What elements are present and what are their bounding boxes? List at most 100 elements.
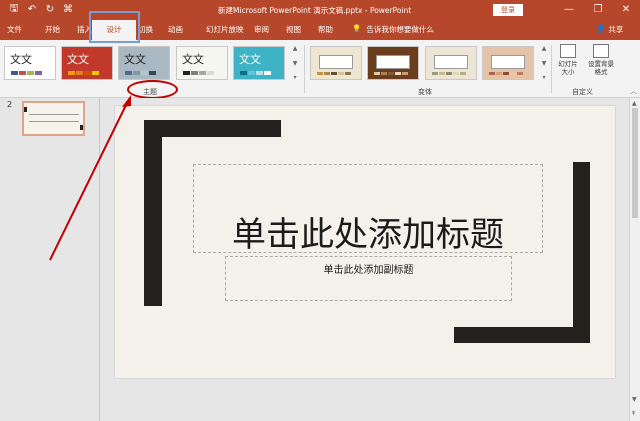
- group-label-variant: 变体: [418, 88, 432, 96]
- collapse-ribbon-icon[interactable]: ︿: [630, 86, 637, 96]
- variant-title-box: [319, 55, 353, 69]
- ribbon-design: 文文 文文 文文 文文 文文 ▲ ▼ ▾ 主题 ▲ ▼ ▾ 变体 幻灯片大小 设…: [0, 40, 640, 98]
- theme-color-swatch: [141, 71, 148, 75]
- variant-thumbnail-1[interactable]: [310, 46, 362, 80]
- variant-title-box: [491, 55, 525, 69]
- variant-more-icon[interactable]: ▾: [540, 74, 548, 81]
- tab-file[interactable]: 文件: [7, 24, 22, 35]
- variant-color-swatch: [517, 72, 523, 75]
- variant-up-icon[interactable]: ▲: [540, 45, 548, 52]
- bracket-top-left-vertical: [144, 120, 162, 306]
- variant-color-bar: [374, 72, 408, 75]
- start-from-beginning-icon[interactable]: ⌘: [62, 3, 74, 16]
- gallery-up-icon[interactable]: ▲: [291, 45, 299, 52]
- theme-color-swatch: [68, 71, 75, 75]
- thumbnail-shape: [80, 125, 83, 130]
- title-placeholder[interactable]: 单击此处添加标题: [193, 164, 543, 255]
- ribbon-tabs: 文件 开始 插入 设计 切换 动画 幻灯片放映 审阅 视图 帮助 💡 告诉我你想…: [0, 20, 640, 40]
- bracket-bottom-right-vertical: [573, 162, 590, 343]
- theme-thumbnail-3[interactable]: 文文: [118, 46, 170, 80]
- variant-color-swatch: [446, 72, 452, 75]
- tab-help[interactable]: 帮助: [318, 24, 333, 35]
- theme-thumbnail-4[interactable]: 文文: [176, 46, 228, 80]
- theme-color-swatch: [125, 71, 132, 75]
- scroll-up-icon[interactable]: ▲: [632, 100, 637, 107]
- theme-thumbnail-office[interactable]: 文文: [4, 46, 56, 80]
- tab-view[interactable]: 视图: [286, 24, 301, 35]
- theme-label: 文文: [124, 53, 146, 66]
- gallery-down-icon[interactable]: ▼: [291, 60, 299, 67]
- restore-icon[interactable]: ❐: [589, 3, 607, 17]
- quick-access-toolbar: 🖫 ↶ ↻ ⌘: [8, 3, 74, 16]
- annotation-circle: [127, 80, 178, 99]
- variant-color-swatch: [439, 72, 445, 75]
- tell-me-search[interactable]: 💡 告诉我你想要做什么: [352, 24, 434, 35]
- bracket-top-left-horizontal: [144, 120, 281, 137]
- theme-color-swatch: [183, 71, 190, 75]
- variant-color-swatch: [338, 72, 344, 75]
- variant-color-swatch: [402, 72, 408, 75]
- variant-color-swatch: [395, 72, 401, 75]
- close-icon[interactable]: ✕: [617, 3, 635, 17]
- theme-color-swatch: [256, 71, 263, 75]
- variant-color-swatch: [432, 72, 438, 75]
- theme-color-swatch: [191, 71, 198, 75]
- tab-home[interactable]: 开始: [45, 24, 60, 35]
- slide-size-icon: [560, 44, 576, 58]
- variant-color-swatch: [324, 72, 330, 75]
- theme-color-swatch: [11, 71, 18, 75]
- theme-color-swatch: [133, 71, 140, 75]
- theme-color-swatch: [248, 71, 255, 75]
- theme-color-bar: [183, 69, 221, 75]
- theme-label: 文文: [182, 53, 204, 66]
- tab-slideshow[interactable]: 幻灯片放映: [206, 24, 244, 35]
- save-icon[interactable]: 🖫: [8, 3, 20, 16]
- variant-thumbnail-2[interactable]: [367, 46, 419, 80]
- variant-color-swatch: [503, 72, 509, 75]
- subtitle-placeholder[interactable]: 单击此处添加副标题: [225, 256, 512, 301]
- previous-slide-icon[interactable]: ⇞: [631, 410, 636, 417]
- variant-down-icon[interactable]: ▼: [540, 60, 548, 67]
- theme-thumbnail-2[interactable]: 文文: [61, 46, 113, 80]
- variant-thumbnail-4[interactable]: [482, 46, 534, 80]
- theme-color-swatch: [84, 71, 91, 75]
- theme-label: 文文: [239, 53, 261, 66]
- scroll-down-icon[interactable]: ▼: [632, 396, 637, 403]
- tab-design[interactable]: 设计: [92, 20, 136, 40]
- variant-color-swatch: [510, 72, 516, 75]
- theme-color-bar: [11, 69, 49, 75]
- slide-size-label: 幻灯片大小: [558, 60, 578, 76]
- slide-size-button[interactable]: 幻灯片大小: [556, 44, 580, 76]
- scrollbar-thumb[interactable]: [632, 108, 638, 218]
- variant-title-box: [434, 55, 468, 69]
- theme-color-swatch: [149, 71, 156, 75]
- slide-thumbnail-pane: 2: [0, 98, 100, 421]
- redo-icon[interactable]: ↻: [44, 3, 56, 16]
- tab-transitions[interactable]: 切换: [138, 24, 153, 35]
- variant-thumbnail-3[interactable]: [425, 46, 477, 80]
- theme-thumbnail-5[interactable]: 文文: [233, 46, 285, 80]
- tab-review[interactable]: 审阅: [254, 24, 269, 35]
- lightbulb-icon: 💡: [352, 24, 362, 33]
- minimize-icon[interactable]: —: [560, 3, 578, 17]
- slide-thumbnail[interactable]: [22, 101, 85, 136]
- title-bar: 🖫 ↶ ↻ ⌘ 新建Microsoft PowerPoint 演示文稿.pptx…: [0, 0, 640, 20]
- tab-animations[interactable]: 动画: [168, 24, 183, 35]
- tab-insert[interactable]: 插入: [77, 24, 92, 35]
- undo-icon[interactable]: ↶: [26, 3, 38, 16]
- tell-me-text: 告诉我你想要做什么: [366, 25, 434, 34]
- theme-color-swatch: [76, 71, 83, 75]
- vertical-scrollbar[interactable]: ▲ ▼ ⇞: [629, 98, 640, 421]
- variant-color-swatch: [496, 72, 502, 75]
- person-icon: 👤: [596, 24, 606, 33]
- share-button[interactable]: 👤 共享: [596, 24, 623, 35]
- group-label-customize: 自定义: [572, 88, 593, 96]
- format-background-button[interactable]: 设置背景格式: [586, 44, 616, 76]
- slide[interactable]: 单击此处添加标题 单击此处添加副标题: [115, 106, 615, 378]
- variant-color-bar: [489, 72, 523, 75]
- gallery-more-icon[interactable]: ▾: [291, 74, 299, 81]
- variant-color-bar: [317, 72, 351, 75]
- subtitle-placeholder-text: 单击此处添加副标题: [323, 265, 414, 276]
- theme-label: 文文: [67, 53, 89, 66]
- signin-button[interactable]: 登录: [493, 4, 523, 16]
